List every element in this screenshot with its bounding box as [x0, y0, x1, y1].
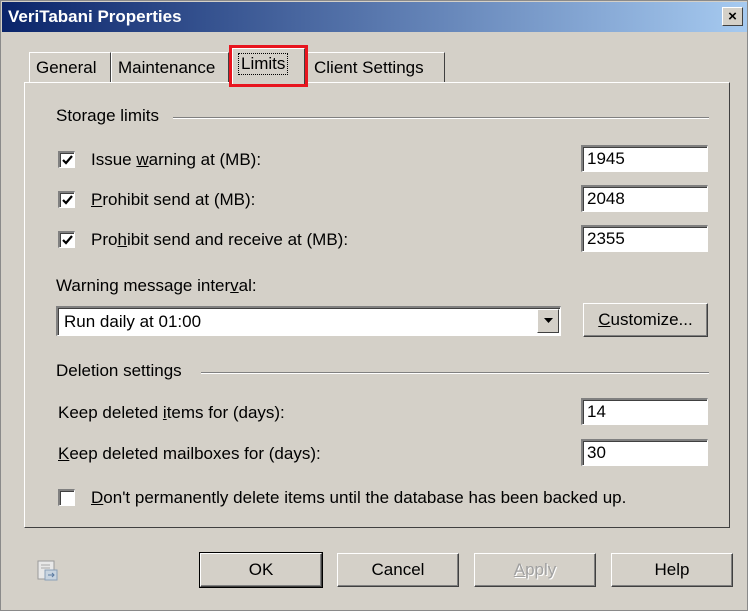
prohibit-send-receive-input[interactable]: 2355 [581, 225, 708, 252]
cancel-button[interactable]: Cancel [337, 553, 459, 587]
prohibit-send-checkbox[interactable] [58, 191, 75, 208]
check-icon [61, 155, 73, 165]
tab-client-settings-label: Client Settings [314, 58, 424, 77]
warning-interval-label: Warning message interval: [56, 276, 257, 295]
keep-mailboxes-label: Keep deleted mailboxes for (days): [58, 444, 321, 463]
deletion-settings-divider [201, 372, 709, 374]
tab-maintenance[interactable]: Maintenance [111, 52, 229, 82]
apply-label: Apply [513, 560, 557, 579]
tab-maintenance-label: Maintenance [118, 58, 216, 77]
help-label: Help [654, 560, 690, 579]
ok-button[interactable]: OK [199, 552, 323, 588]
help-button[interactable]: Help [611, 553, 733, 587]
close-icon: × [728, 8, 737, 25]
properties-dialog: VeriTabani Properties × General Maintena… [0, 0, 748, 611]
issue-warning-input[interactable]: 1945 [581, 145, 708, 172]
help-icon-graphic [37, 560, 58, 581]
title-bar: VeriTabani Properties × [2, 2, 747, 32]
check-icon [61, 235, 73, 245]
dont-delete-label: Don't permanently delete items until the… [91, 488, 627, 507]
customize-label: Customize... [598, 310, 693, 329]
keep-items-input[interactable]: 14 [581, 398, 708, 425]
tab-general[interactable]: General [29, 52, 111, 82]
help-icon[interactable] [36, 558, 60, 582]
keep-mailboxes-input[interactable]: 30 [581, 439, 708, 466]
prohibit-send-receive-label: Prohibit send and receive at (MB): [91, 230, 349, 249]
tab-limits-label: Limits [237, 53, 289, 75]
prohibit-send-receive-checkbox[interactable] [58, 231, 75, 248]
apply-button[interactable]: Apply [474, 553, 596, 587]
close-button[interactable]: × [722, 7, 743, 26]
dont-delete-checkbox[interactable] [58, 489, 75, 506]
tab-general-label: General [36, 58, 97, 77]
deletion-settings-heading: Deletion settings [56, 361, 182, 380]
ok-label: OK [248, 560, 274, 579]
window-title: VeriTabani Properties [8, 7, 182, 26]
prohibit-send-input[interactable]: 2048 [581, 185, 708, 212]
warning-interval-dropdown-button[interactable] [537, 309, 559, 333]
keep-items-label: Keep deleted items for (days): [58, 403, 285, 422]
issue-warning-checkbox[interactable] [58, 151, 75, 168]
prohibit-send-label: Prohibit send at (MB): [91, 190, 256, 209]
storage-limits-heading: Storage limits [56, 106, 159, 125]
cancel-label: Cancel [371, 560, 425, 579]
check-icon [61, 195, 73, 205]
tab-limits[interactable]: Limits [232, 48, 305, 84]
warning-interval-select[interactable]: Run daily at 01:00 [56, 306, 561, 336]
issue-warning-label: Issue warning at (MB): [91, 150, 262, 169]
storage-limits-divider [173, 117, 709, 119]
warning-interval-selected: Run daily at 01:00 [64, 312, 202, 331]
chevron-down-icon [543, 318, 553, 323]
customize-button[interactable]: Customize... [583, 303, 708, 337]
tab-client-settings[interactable]: Client Settings [307, 52, 445, 82]
